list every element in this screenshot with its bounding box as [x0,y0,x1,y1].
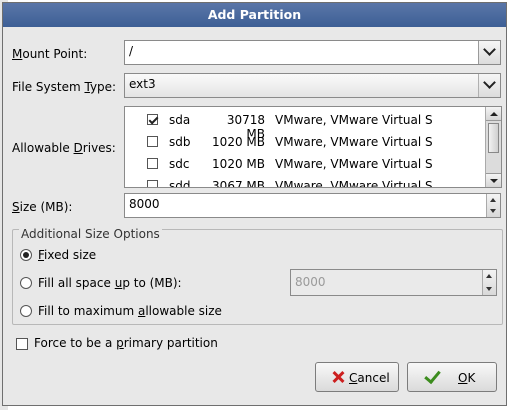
scroll-up-button[interactable] [486,107,501,121]
chevron-down-icon [483,43,496,56]
drive-name: sdb [169,135,191,149]
arrow-up-icon [490,112,498,116]
drive-model: VMware, VMware Virtual S [275,179,433,188]
drives-list[interactable]: sda 30718 MB VMware, VMware Virtual S sd… [124,106,502,188]
drive-sda-checkbox[interactable] [147,114,158,125]
size-spin-buttons[interactable] [486,194,500,217]
drive-name: sdd [169,179,191,188]
add-partition-dialog: Add Partition Mount Point: / File System… [2,2,507,406]
ok-label: OK [458,371,476,385]
fill-up-to-value[interactable]: 8000 [295,275,326,289]
drives-label: Allowable Drives: [12,141,116,155]
drive-size: 1020 MB [212,157,265,171]
drive-row-sdc[interactable]: sdc 1020 MB VMware, VMware Virtual S [125,154,485,176]
force-primary-checkbox[interactable] [16,338,28,350]
cancel-button[interactable]: Cancel [315,362,399,392]
drive-size: 1020 MB [212,135,265,149]
drive-sdc-checkbox[interactable] [147,158,158,169]
cancel-label: Cancel [349,371,390,385]
fill-max-radio[interactable] [20,305,32,317]
drive-name: sdc [169,157,190,171]
fixed-size-radio[interactable] [20,249,32,261]
size-label: Size (MB): [12,200,73,214]
chevron-down-icon [483,76,496,89]
drive-name: sda [169,113,191,127]
mount-point-value[interactable]: / [129,44,133,58]
drive-model: VMware, VMware Virtual S [275,157,433,171]
drive-row-sdd[interactable]: sdd 3067 MB VMware, VMware Virtual S [125,176,485,188]
scroll-thumb[interactable] [488,123,499,153]
fill-up-to-spinbox[interactable]: 8000 [290,269,497,296]
fs-type-dropdown-button[interactable] [478,74,500,97]
spin-down-icon[interactable] [486,287,492,291]
arrow-down-icon [490,179,498,183]
spin-up-icon[interactable] [490,198,496,202]
fill-max-label[interactable]: Fill to maximum allowable size [38,304,222,318]
size-spinbox[interactable]: 8000 [124,193,501,218]
drive-row-sdb[interactable]: sdb 1020 MB VMware, VMware Virtual S [125,132,485,154]
fs-type-select[interactable]: ext3 [124,73,501,98]
mount-point-label: Mount Point: [12,47,88,61]
ok-button[interactable]: OK [407,362,497,392]
fill-up-to-radio[interactable] [20,277,32,289]
drive-model: VMware, VMware Virtual S [275,135,433,149]
drive-size: 3067 MB [212,179,265,188]
dialog-title: Add Partition [3,3,506,27]
mount-point-combo[interactable]: / [124,40,501,65]
spin-down-icon[interactable] [490,209,496,213]
fs-type-value: ext3 [129,77,156,91]
mount-point-dropdown-button[interactable] [478,41,500,64]
spin-up-icon[interactable] [486,274,492,278]
force-primary-label[interactable]: Force to be a primary partition [34,336,218,350]
fixed-size-label[interactable]: Fixed size [38,248,96,262]
fs-type-label: File System Type: [12,80,117,94]
scroll-down-button[interactable] [486,173,501,187]
drive-row-sda[interactable]: sda 30718 MB VMware, VMware Virtual S [125,110,485,141]
drives-scrollbar[interactable] [485,107,501,187]
check-icon [424,366,441,385]
size-options-title: Additional Size Options [19,227,162,241]
drive-sdd-checkbox[interactable] [147,180,158,187]
fill-up-to-label[interactable]: Fill all space up to (MB): [38,276,182,290]
drive-sdb-checkbox[interactable] [147,136,158,147]
size-value[interactable]: 8000 [129,197,160,211]
cancel-icon [331,370,345,384]
fill-up-to-spin-buttons[interactable] [482,270,496,295]
drive-model: VMware, VMware Virtual S [275,113,433,127]
